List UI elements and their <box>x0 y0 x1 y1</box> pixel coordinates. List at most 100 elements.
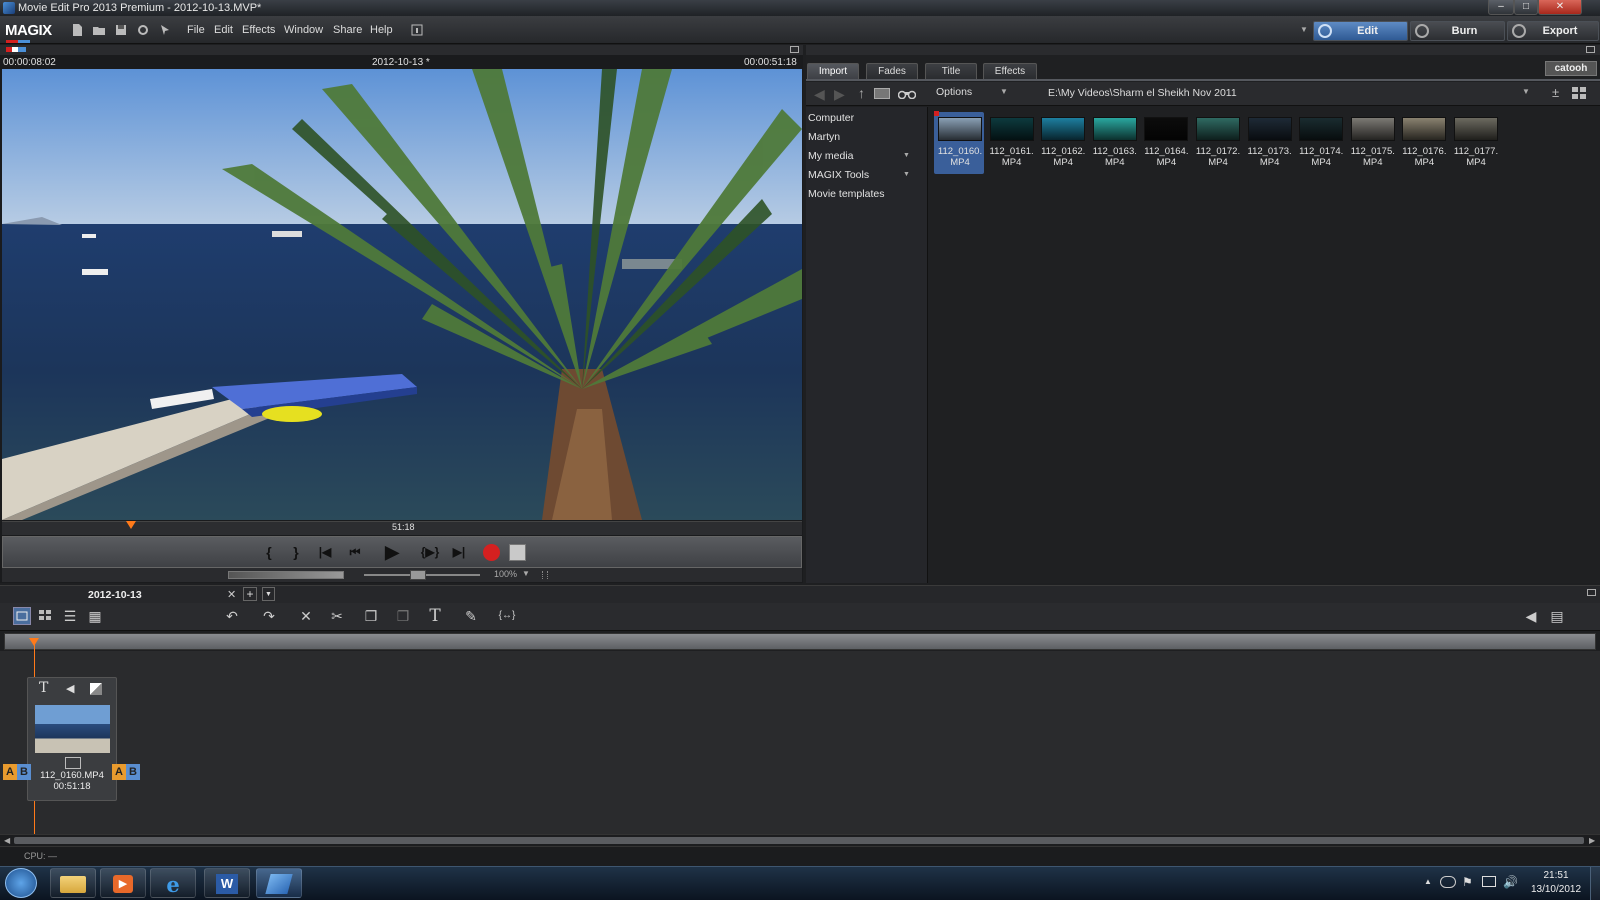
speaker-icon[interactable]: ◀ <box>1522 607 1540 625</box>
timeline-tab[interactable]: 2012-10-13 <box>88 589 238 603</box>
timeline-mode-icon[interactable] <box>13 607 31 625</box>
timeline-ruler[interactable] <box>4 633 1596 650</box>
media-pool-maximize-icon[interactable] <box>1586 46 1595 53</box>
back-arrow-icon[interactable]: ◀ <box>814 86 825 103</box>
media-file-item[interactable]: 112_0162. MP4 <box>1039 115 1087 173</box>
start-button[interactable] <box>5 868 37 898</box>
undo-icon[interactable]: ↶ <box>223 607 241 625</box>
mark-out-button[interactable]: } <box>285 541 307 563</box>
media-file-item[interactable]: 112_0174. MP4 <box>1297 115 1345 173</box>
export-mode-button[interactable]: Export <box>1507 21 1599 41</box>
cut-scissors-icon[interactable]: ✂ <box>328 607 346 625</box>
skip-forward-button[interactable]: {▶} <box>419 541 441 563</box>
media-file-item[interactable]: 112_0175. MP4 <box>1349 115 1397 173</box>
preview-playhead-marker[interactable] <box>126 521 136 529</box>
grid-view-icon[interactable] <box>1572 87 1586 99</box>
new-file-icon[interactable] <box>70 23 84 37</box>
forward-arrow-icon[interactable]: ▶ <box>834 86 845 103</box>
menu-effects[interactable]: Effects <box>242 24 275 36</box>
taskbar-movie-edit-pro[interactable] <box>256 868 302 898</box>
volume-slider[interactable] <box>228 571 344 579</box>
tray-flag-icon[interactable]: ⚑ <box>1462 875 1473 889</box>
taskbar-internet-explorer[interactable]: e <box>150 868 196 898</box>
scroll-thumb[interactable] <box>14 837 1584 844</box>
delete-icon[interactable]: ✕ <box>297 607 315 625</box>
settings-icon[interactable] <box>136 23 150 37</box>
play-button[interactable]: ▶ <box>381 541 403 563</box>
redo-icon[interactable]: ↷ <box>260 607 278 625</box>
tab-fades[interactable]: Fades <box>866 63 918 79</box>
minimize-button[interactable]: – <box>1488 0 1514 15</box>
clip-effects-icon[interactable] <box>90 683 102 695</box>
sidebar-item-my-media[interactable]: My media <box>808 150 854 162</box>
media-file-item[interactable]: 112_0172. MP4 <box>1194 115 1242 173</box>
menu-file[interactable]: File <box>187 24 205 36</box>
sidebar-item-movie-templates[interactable]: Movie templates <box>808 188 884 200</box>
transition-b-right-icon[interactable]: B <box>126 764 140 780</box>
save-icon[interactable] <box>114 23 128 37</box>
tab-import[interactable]: Import <box>807 63 859 79</box>
list-mode-icon[interactable]: ☰ <box>61 607 79 625</box>
folder-path[interactable]: E:\My Videos\Sharm el Sheikh Nov 2011 <box>1048 87 1237 99</box>
maximize-button[interactable]: □ <box>1514 0 1538 15</box>
edit-mode-button[interactable]: Edit <box>1313 21 1408 41</box>
timeline-horizontal-scrollbar[interactable]: ◀ ▶ <box>0 834 1600 846</box>
go-to-end-button[interactable]: ▶| <box>448 541 470 563</box>
my-media-chevron-icon[interactable]: ▼ <box>903 152 910 159</box>
info-icon[interactable] <box>410 23 424 37</box>
menu-edit[interactable]: Edit <box>214 24 233 36</box>
transition-a-left-icon[interactable]: A <box>3 764 17 780</box>
folder-nav-icon[interactable] <box>874 88 890 99</box>
media-file-item[interactable]: 112_0163. MP4 <box>1091 115 1139 173</box>
zoom-level[interactable]: 100% <box>494 569 517 579</box>
scroll-right-icon[interactable]: ▶ <box>1589 836 1595 845</box>
close-button[interactable]: ✕ <box>1538 0 1582 15</box>
media-file-item[interactable]: 112_0160. MP4 <box>936 115 984 173</box>
help-pointer-icon[interactable] <box>158 23 172 37</box>
open-folder-icon[interactable] <box>92 23 106 37</box>
mark-in-button[interactable]: { <box>258 541 280 563</box>
taskbar-media-player[interactable]: ▶ <box>100 868 146 898</box>
preview-maximize-icon[interactable] <box>790 46 799 53</box>
skip-back-button[interactable]: ⏮ <box>344 541 366 563</box>
menu-share[interactable]: Share <box>333 24 362 36</box>
media-file-item[interactable]: 112_0161. MP4 <box>988 115 1036 173</box>
tray-volume-icon[interactable]: 🔊 <box>1503 875 1518 889</box>
timeline-maximize-icon[interactable] <box>1587 589 1596 596</box>
clock-time[interactable]: 21:51 <box>1536 870 1576 881</box>
sidebar-item-martyn[interactable]: Martyn <box>808 131 840 143</box>
taskbar-explorer[interactable] <box>50 868 96 898</box>
clock-date[interactable]: 13/10/2012 <box>1526 884 1586 895</box>
overview-mode-icon[interactable]: ▦ <box>86 607 104 625</box>
magix-tools-chevron-icon[interactable]: ▼ <box>903 171 910 178</box>
menu-help[interactable]: Help <box>370 24 393 36</box>
transition-a-right-icon[interactable]: A <box>112 764 126 780</box>
menu-window[interactable]: Window <box>284 24 323 36</box>
up-folder-icon[interactable]: ↑ <box>858 85 865 101</box>
path-dropdown-icon[interactable]: ▼ <box>1522 87 1530 96</box>
copy-icon[interactable]: ❐ <box>362 607 380 625</box>
add-tab-icon[interactable]: + <box>243 587 257 601</box>
title-text-icon[interactable]: T <box>426 607 444 625</box>
binoculars-icon[interactable] <box>898 87 916 99</box>
record-button[interactable] <box>483 544 500 561</box>
transition-b-left-icon[interactable]: B <box>17 764 31 780</box>
paste-icon[interactable]: ❐ <box>394 607 412 625</box>
tray-network-icon[interactable] <box>1482 876 1496 887</box>
stop-button[interactable] <box>509 544 526 561</box>
sidebar-item-computer[interactable]: Computer <box>808 112 854 124</box>
tab-title[interactable]: Title <box>925 63 977 79</box>
catooh-logo[interactable]: catooh <box>1545 61 1597 76</box>
marker-tool-icon[interactable]: ✎ <box>462 607 480 625</box>
taskbar-word[interactable]: W <box>204 868 250 898</box>
clip-title-icon[interactable]: T <box>39 680 48 696</box>
clip-audio-icon[interactable]: ◀ <box>66 682 74 695</box>
media-file-item[interactable]: 112_0173. MP4 <box>1246 115 1294 173</box>
mode-dropdown-icon[interactable]: ▼ <box>1300 25 1308 34</box>
storyboard-mode-icon[interactable] <box>37 607 55 625</box>
sort-icon[interactable]: ± <box>1552 85 1559 100</box>
tray-show-hidden-icon[interactable]: ▲ <box>1424 877 1432 886</box>
tab-dropdown-icon[interactable]: ▼ <box>262 587 275 601</box>
zoom-dropdown-icon[interactable]: ▼ <box>522 569 530 578</box>
burn-mode-button[interactable]: Burn <box>1410 21 1505 41</box>
